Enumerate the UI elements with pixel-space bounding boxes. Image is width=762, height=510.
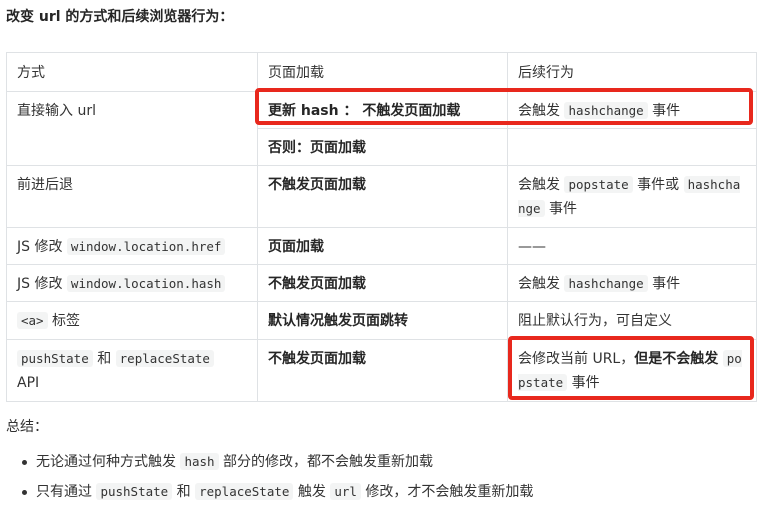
table-row: JS 修改 window.location.href 页面加载 —— (6, 227, 757, 265)
cell-method: JS 修改 window.location.href (6, 227, 258, 265)
inline-code: <a> (17, 312, 48, 329)
cell-load: 不触发页面加载 (257, 339, 508, 402)
summary-list: 无论通过何种方式触发 hash 部分的修改，都不会触发重新加载 只有通过 pus… (0, 450, 533, 510)
table-row: <a> 标签 默认情况触发页面跳转 阻止默认行为，可自定义 (6, 301, 757, 340)
inline-code: window.location.hash (66, 275, 226, 292)
cell-method: 直接输入 url (6, 91, 258, 166)
table-header-row: 方式 页面加载 后续行为 (6, 52, 757, 92)
header-method: 方式 (6, 52, 258, 92)
table-row: 前进后退 不触发页面加载 会触发 popstate 事件或 hashchange… (6, 165, 757, 228)
bullet-icon (22, 490, 27, 495)
cell-load: 不触发页面加载 (257, 165, 508, 228)
highlight-box-pushstate-row (508, 336, 754, 400)
list-item: 无论通过何种方式触发 hash 部分的修改，都不会触发重新加载 (0, 450, 533, 474)
table-row: JS 修改 window.location.hash 不触发页面加载 会触发 h… (6, 264, 757, 302)
cell-load: 不触发页面加载 (257, 264, 508, 302)
header-behavior: 后续行为 (507, 52, 757, 92)
inline-code: replaceState (195, 483, 294, 500)
cell-load: 页面加载 (257, 227, 508, 265)
inline-code: pushState (96, 483, 173, 500)
inline-code: window.location.href (66, 238, 226, 255)
highlight-box-hash-row (255, 88, 753, 125)
inline-code: pushState (17, 350, 93, 367)
cell-method: JS 修改 window.location.hash (6, 264, 258, 302)
summary-label: 总结： (6, 419, 48, 435)
cell-method: <a> 标签 (6, 301, 258, 340)
cell-behavior: 会触发 hashchange 事件 (507, 264, 757, 302)
cell-method: pushState 和 replaceState API (6, 339, 258, 402)
cell-behavior: 会触发 popstate 事件或 hashchange 事件 (507, 165, 757, 228)
cell-behavior-empty (507, 128, 757, 166)
inline-code: hashchange (564, 275, 648, 292)
list-item: 只有通过 pushState 和 replaceState 触发 url 修改，… (0, 480, 533, 504)
inline-code: popstate (564, 176, 633, 193)
header-page-load: 页面加载 (257, 52, 508, 92)
cell-behavior: —— (507, 227, 757, 265)
cell-behavior: 阻止默认行为，可自定义 (507, 301, 757, 340)
cell-method: 前进后退 (6, 165, 258, 228)
section-heading: 改变 url 的方式和后续浏览器行为： (6, 9, 234, 25)
inline-code: hash (180, 453, 219, 470)
cell-load: 否则：页面加载 (257, 128, 508, 166)
bullet-icon (22, 460, 27, 465)
inline-code: url (330, 483, 361, 500)
inline-code: replaceState (115, 350, 214, 367)
cell-load: 默认情况触发页面跳转 (257, 301, 508, 340)
